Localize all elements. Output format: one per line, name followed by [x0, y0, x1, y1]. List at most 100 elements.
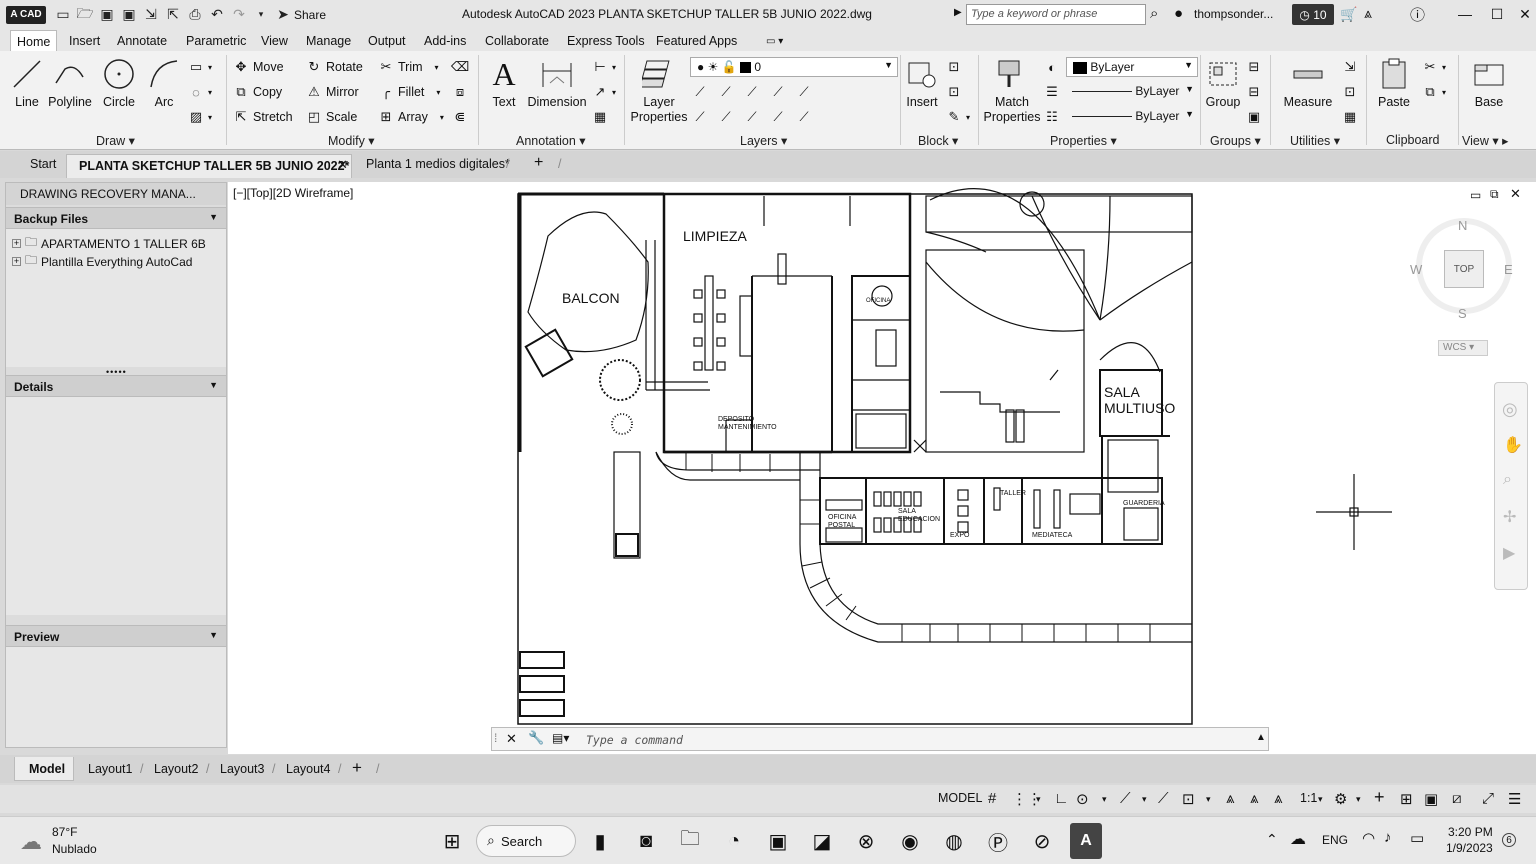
units-icon[interactable]: ⊞	[1400, 790, 1413, 808]
chevron-down-icon[interactable]: ▾	[1142, 794, 1147, 805]
annotation-scale-icon[interactable]: ⩓	[1274, 790, 1282, 807]
redo-icon[interactable]: ↷	[228, 4, 250, 26]
tab-annotate[interactable]: Annotate	[111, 32, 173, 50]
chevron-down-icon[interactable]: ▾	[1206, 794, 1211, 805]
layer-lock-icon[interactable]: ⟋	[770, 84, 786, 100]
wcs-menu[interactable]: WCS ▾	[1438, 340, 1488, 356]
ortho-icon[interactable]: ∟	[1054, 790, 1069, 807]
share-button[interactable]: Share	[294, 8, 326, 22]
rotate-button[interactable]: ↻ Rotate	[306, 59, 363, 75]
minimize-icon[interactable]: —	[1450, 4, 1480, 24]
viewcube-north[interactable]: N	[1458, 218, 1467, 233]
steering-wheel-icon[interactable]: ◎	[1502, 399, 1518, 420]
customization-menu-icon[interactable]: ☰	[1508, 790, 1521, 808]
command-input[interactable]: Type a command	[586, 733, 683, 747]
auto-scale-icon[interactable]: ⩓	[1250, 790, 1258, 807]
battery-icon[interactable]: ▭	[1410, 829, 1424, 847]
gradient-button[interactable]: ▨ ▾	[188, 109, 212, 125]
stretch-button[interactable]: ⇱ Stretch	[233, 109, 293, 125]
autocad-taskbar-icon[interactable]: A	[1070, 823, 1102, 859]
annotation-panel-title[interactable]: Annotation ▾	[516, 133, 586, 148]
chevron-down-icon[interactable]: ▾	[1102, 794, 1107, 805]
new-icon[interactable]: ▭	[52, 4, 74, 26]
erase-button[interactable]: ⌫	[451, 59, 469, 75]
tab-output[interactable]: Output	[362, 32, 412, 50]
view-panel-title[interactable]: View ▾ ▸	[1462, 133, 1508, 148]
tab-parametric[interactable]: Parametric	[180, 32, 252, 50]
notification-badge[interactable]: 6	[1502, 833, 1516, 847]
workspace-gear-icon[interactable]: ⚙	[1334, 790, 1347, 808]
details-header[interactable]: Details ▼	[6, 375, 226, 397]
annotation-visibility-icon[interactable]: ⩓	[1226, 790, 1234, 807]
line-button[interactable]: Line	[8, 57, 46, 109]
grid-icon[interactable]: #	[988, 790, 996, 807]
chevron-down-icon[interactable]: ▾	[1318, 794, 1323, 805]
list-item[interactable]: + 🗀 Plantilla Everything AutoCad	[12, 251, 192, 272]
open-icon[interactable]: 🗁	[74, 4, 96, 26]
lineweight-icon[interactable]: ☷	[1044, 109, 1060, 125]
viewcube-south[interactable]: S	[1458, 306, 1467, 321]
dimension-button[interactable]: Dimension	[526, 57, 588, 109]
quick-properties-icon[interactable]: ▣	[1424, 790, 1438, 808]
language-indicator[interactable]: ENG	[1322, 833, 1348, 847]
orbit-icon[interactable]: ✢	[1503, 507, 1516, 527]
pan-icon[interactable]: ✋	[1503, 435, 1523, 455]
app-logo[interactable]: A CAD	[6, 5, 46, 24]
expand-icon[interactable]: +	[12, 239, 21, 248]
maximize-icon[interactable]: ☐	[1482, 4, 1512, 24]
isodraft-icon[interactable]: ⟋	[1120, 790, 1131, 807]
viewcube-west[interactable]: W	[1410, 262, 1422, 277]
xbox-icon[interactable]: ⊗	[852, 827, 880, 855]
model-space-toggle[interactable]: MODEL	[938, 791, 982, 805]
layer-unisolate-icon[interactable]: ⟋	[718, 109, 734, 125]
layer-freeze-icon[interactable]: ⟋	[744, 84, 760, 100]
group-select-button[interactable]: ▣	[1246, 109, 1262, 125]
ungroup-button[interactable]: ⊟	[1246, 59, 1262, 75]
weather-temp[interactable]: 87°F	[52, 825, 77, 839]
copy-button[interactable]: ⧉ Copy	[233, 84, 282, 100]
match-properties-button[interactable]: Match Properties	[982, 57, 1042, 125]
utilities-panel-title[interactable]: Utilities ▾	[1290, 133, 1340, 148]
create-block-button[interactable]: ⊡	[946, 59, 962, 75]
grip-icon[interactable]: ⁞	[494, 731, 497, 745]
polyline-button[interactable]: Polyline	[46, 57, 94, 109]
chrome-icon[interactable]: ◉	[896, 827, 924, 855]
calculator-button[interactable]: ▦	[1342, 109, 1358, 125]
app-icon[interactable]: ◪	[808, 827, 836, 855]
polar-icon[interactable]: ⊙	[1076, 790, 1089, 808]
active-doc-tab[interactable]: PLANTA SKETCHUP TALLER 5B JUNIO 2022* ✕	[66, 154, 352, 178]
clock-time[interactable]: 3:20 PM	[1448, 825, 1493, 839]
tab-layout3[interactable]: Layout3	[220, 762, 264, 776]
color-dropdown[interactable]: ByLayer ▼	[1066, 57, 1198, 77]
layer-unlock-icon[interactable]: ⟋	[770, 109, 786, 125]
annotation-scale-value[interactable]: 1:1	[1300, 791, 1317, 805]
block-panel-title[interactable]: Block ▾	[918, 133, 958, 148]
viewport-restore-icon[interactable]: ⧉	[1490, 187, 1499, 202]
tab-insert[interactable]: Insert	[63, 32, 106, 50]
linetype-icon[interactable]: ☰	[1044, 84, 1060, 100]
group-edit-button[interactable]: ⊟	[1246, 84, 1262, 100]
layer-on-icon[interactable]: ⟋	[692, 109, 708, 125]
zoom-icon[interactable]: ⌕	[1503, 471, 1512, 489]
recent-commands-icon[interactable]: ▤▾	[552, 731, 569, 745]
save-as-icon[interactable]: ▣	[118, 4, 140, 26]
file-explorer-icon[interactable]: 🗀	[676, 827, 704, 855]
quick-select-button[interactable]: ⊡	[1342, 84, 1358, 100]
store-icon[interactable]: ▣	[764, 827, 792, 855]
annotation-monitor-icon[interactable]: +	[1374, 787, 1385, 808]
close-icon[interactable]: ✕	[1510, 4, 1536, 24]
tab-planta-1[interactable]: Planta 1 medios digitales*	[366, 157, 510, 171]
backup-files-header[interactable]: Backup Files ▼	[6, 207, 226, 229]
fillet-button[interactable]: ╭ Fillet ▾	[378, 84, 440, 100]
search-icon[interactable]: ⌕	[1150, 5, 1158, 22]
chevron-down-icon[interactable]: ▾	[1356, 794, 1361, 805]
insert-block-button[interactable]: Insert	[904, 57, 940, 109]
new-layout-icon[interactable]: +	[352, 758, 362, 778]
scale-button[interactable]: ◰ Scale	[306, 109, 357, 125]
viewport-minimize-icon[interactable]: ▭	[1470, 188, 1481, 202]
cut-button[interactable]: ✂ ▾	[1422, 59, 1446, 75]
measure-button[interactable]: Measure	[1280, 57, 1336, 109]
customize-icon[interactable]: 🔧	[528, 730, 544, 746]
drawing-canvas[interactable]: BALCON LIMPIEZA SALA MULTIUSO DEPOSITO M…	[228, 182, 1536, 754]
save-web-icon[interactable]: ⇱	[162, 4, 184, 26]
